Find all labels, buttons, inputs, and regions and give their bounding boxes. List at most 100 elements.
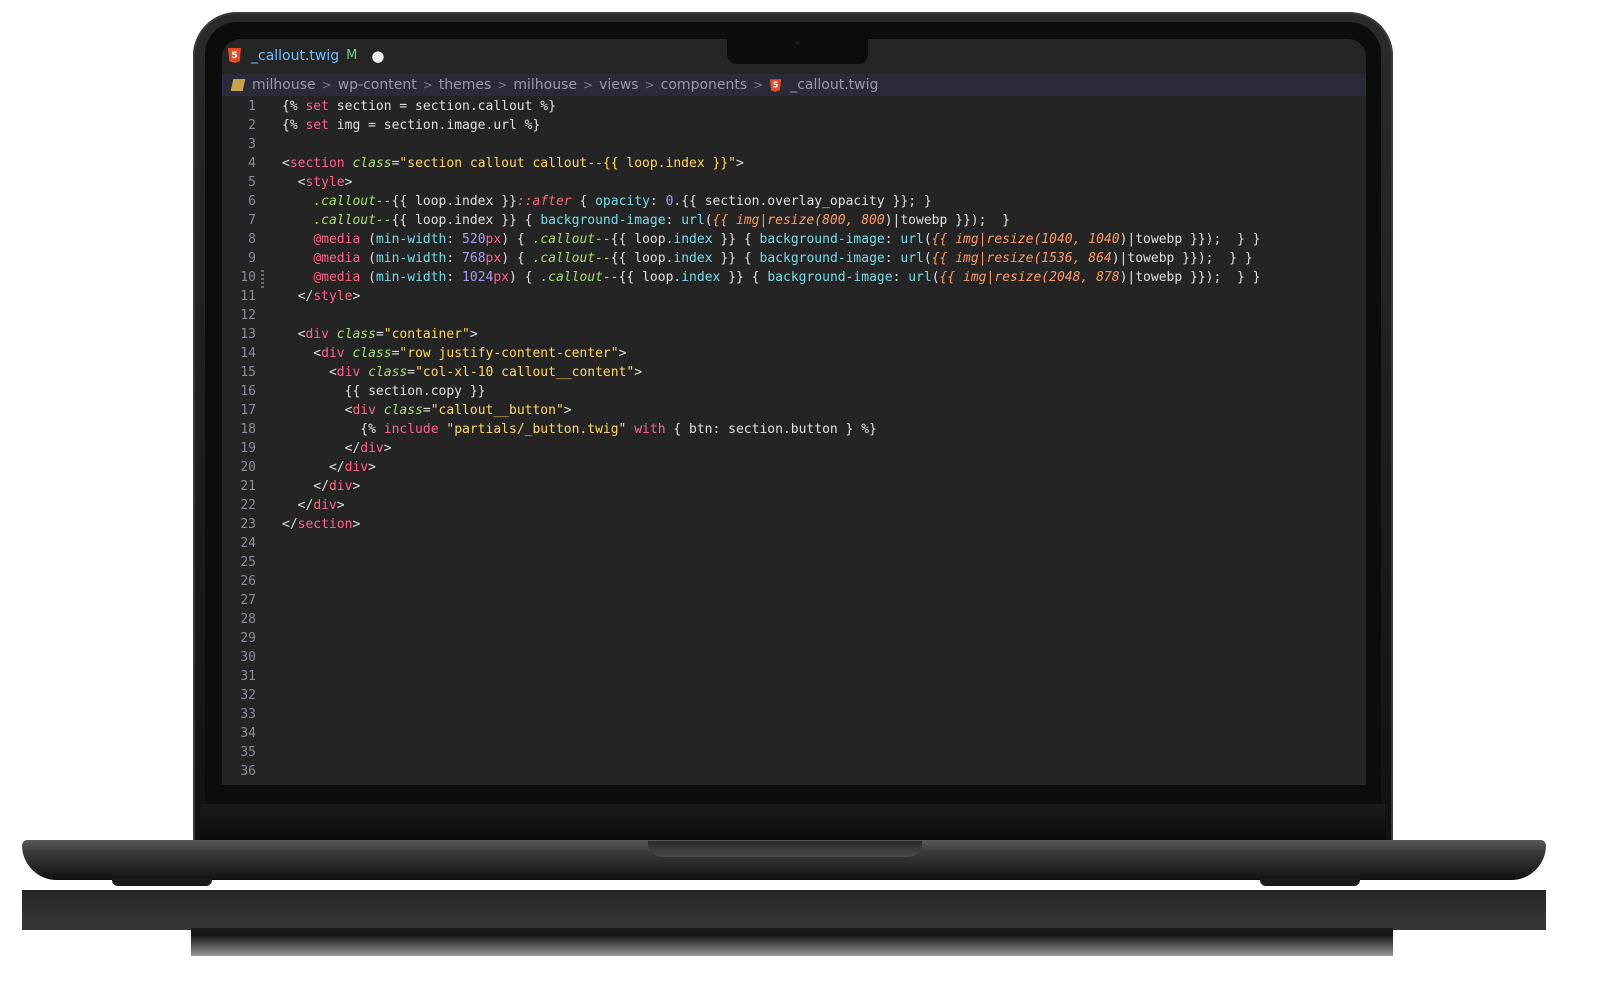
code-token: {{ loop.index }} { bbox=[391, 213, 541, 228]
code-token: < bbox=[282, 365, 337, 380]
line-number: 7 bbox=[248, 213, 256, 228]
breadcrumb-item-file[interactable]: _callout.twig bbox=[790, 77, 878, 93]
code-text: @media (min-width: 1024px) { .callout--{… bbox=[282, 268, 1260, 287]
breadcrumb-item-milhouse[interactable]: milhouse bbox=[252, 77, 316, 93]
code-token: class bbox=[352, 156, 392, 171]
code-token: class bbox=[352, 346, 392, 361]
code-token: </ bbox=[282, 289, 314, 304]
code-token: > bbox=[634, 365, 643, 380]
code-token: > bbox=[735, 156, 744, 171]
code-token: div bbox=[344, 460, 369, 475]
breadcrumb-item-milhouse-theme[interactable]: milhouse bbox=[513, 77, 577, 93]
code-token: )|towebp }}); } } bbox=[1119, 232, 1261, 247]
html5-icon: 5 bbox=[228, 48, 241, 63]
line-number: 19 bbox=[240, 441, 256, 456]
code-token: : bbox=[892, 270, 909, 285]
folder-icon bbox=[230, 79, 246, 91]
code-token: index bbox=[673, 232, 713, 247]
laptop-foot-left bbox=[112, 878, 212, 886]
code-token: @media bbox=[313, 251, 361, 266]
code-token: {{ loop. bbox=[610, 232, 674, 247]
code-token: </ bbox=[282, 517, 298, 532]
code-token: {{ img|resize(2048, 878 bbox=[939, 270, 1120, 285]
code-token: > bbox=[352, 289, 361, 304]
breadcrumb-item-wp-content[interactable]: wp-content bbox=[338, 77, 417, 93]
code-token: url bbox=[908, 270, 932, 285]
breadcrumb-item-components[interactable]: components bbox=[661, 77, 748, 93]
code-text: </div> bbox=[282, 496, 345, 515]
code-token: div bbox=[336, 365, 361, 380]
code-token: section bbox=[289, 156, 345, 171]
line-number: 24 bbox=[240, 536, 256, 551]
code-text: <div class="container"> bbox=[282, 325, 478, 344]
code-token: </ bbox=[282, 479, 329, 494]
line-number: 30 bbox=[240, 650, 256, 665]
breadcrumb-item-views[interactable]: views bbox=[599, 77, 639, 93]
unsaved-dot-icon[interactable]: ● bbox=[371, 47, 384, 65]
code-token: : bbox=[649, 194, 666, 209]
code-text: </div> bbox=[282, 477, 360, 496]
code-token: {% bbox=[282, 118, 306, 133]
code-text: {{ section.copy }} bbox=[282, 382, 486, 401]
code-token: url bbox=[681, 213, 705, 228]
code-token: section = section.callout %} bbox=[328, 99, 556, 114]
code-token: class bbox=[336, 327, 376, 342]
code-text: <div class="callout__button"> bbox=[282, 401, 572, 420]
code-text: <style> bbox=[282, 173, 353, 192]
code-token: : bbox=[446, 270, 463, 285]
line-number: 1 bbox=[248, 99, 256, 114]
code-token: class bbox=[383, 403, 423, 418]
code-token: = bbox=[407, 365, 416, 380]
code-token: }} { bbox=[720, 270, 768, 285]
code-token: class bbox=[368, 365, 408, 380]
code-token: > bbox=[469, 327, 478, 342]
code-token: { bbox=[571, 194, 596, 209]
code-token: with bbox=[634, 422, 666, 437]
breadcrumb-item-themes[interactable]: themes bbox=[439, 77, 492, 93]
code-token: > bbox=[563, 403, 572, 418]
code-token: include bbox=[383, 422, 439, 437]
line-number: 35 bbox=[240, 745, 256, 760]
code-editor[interactable]: 1 {% set section = section.callout %} 2 {% … bbox=[222, 96, 1366, 785]
code-token: "section callout callout--{{ loop.index … bbox=[399, 156, 736, 171]
code-token: = bbox=[422, 403, 431, 418]
code-token: = bbox=[375, 327, 384, 342]
code-token: index bbox=[673, 251, 713, 266]
code-token: div bbox=[328, 479, 353, 494]
code-token: url bbox=[900, 251, 924, 266]
laptop-chin bbox=[200, 804, 1386, 840]
code-text: {% include "partials/_button.twig" with … bbox=[282, 420, 877, 439]
code-token: 520 bbox=[462, 232, 486, 247]
code-text: @media (min-width: 768px) { .callout--{{… bbox=[282, 249, 1252, 268]
code-token: opacity bbox=[595, 194, 650, 209]
code-token: .callout-- bbox=[313, 213, 392, 228]
code-token: div bbox=[305, 327, 329, 342]
code-token: div bbox=[352, 403, 376, 418]
code-token: )|towebp }}); } bbox=[884, 213, 1010, 228]
line-number: 16 bbox=[240, 384, 256, 399]
code-text: <div class="col-xl-10 callout__content"> bbox=[282, 363, 642, 382]
line-number: 3 bbox=[248, 137, 256, 152]
code-token: > bbox=[336, 498, 345, 513]
line-number: 11 bbox=[240, 289, 256, 304]
tab-callout-twig[interactable]: 5 _callout.twig M ● bbox=[222, 39, 384, 72]
html5-icon: 5 bbox=[770, 78, 782, 92]
line-number: 18 bbox=[240, 422, 256, 437]
editor-window: 5 _callout.twig M ● milhouse > wp-conten… bbox=[222, 39, 1366, 785]
code-token: : bbox=[446, 232, 463, 247]
line-number: 31 bbox=[240, 669, 256, 684]
code-token: "partials/_button.twig" bbox=[446, 422, 627, 437]
code-token: : bbox=[884, 232, 901, 247]
code-token: : bbox=[884, 251, 901, 266]
code-token: ( bbox=[360, 270, 376, 285]
line-number: 5 bbox=[248, 175, 256, 190]
code-text: .callout--{{ loop.index }}::after { opac… bbox=[282, 192, 932, 211]
code-token: .{{ section.overlay_opacity }}; } bbox=[673, 194, 932, 209]
code-token: min-width bbox=[375, 232, 447, 247]
code-text: </div> bbox=[282, 439, 392, 458]
code-token: @media bbox=[313, 270, 361, 285]
